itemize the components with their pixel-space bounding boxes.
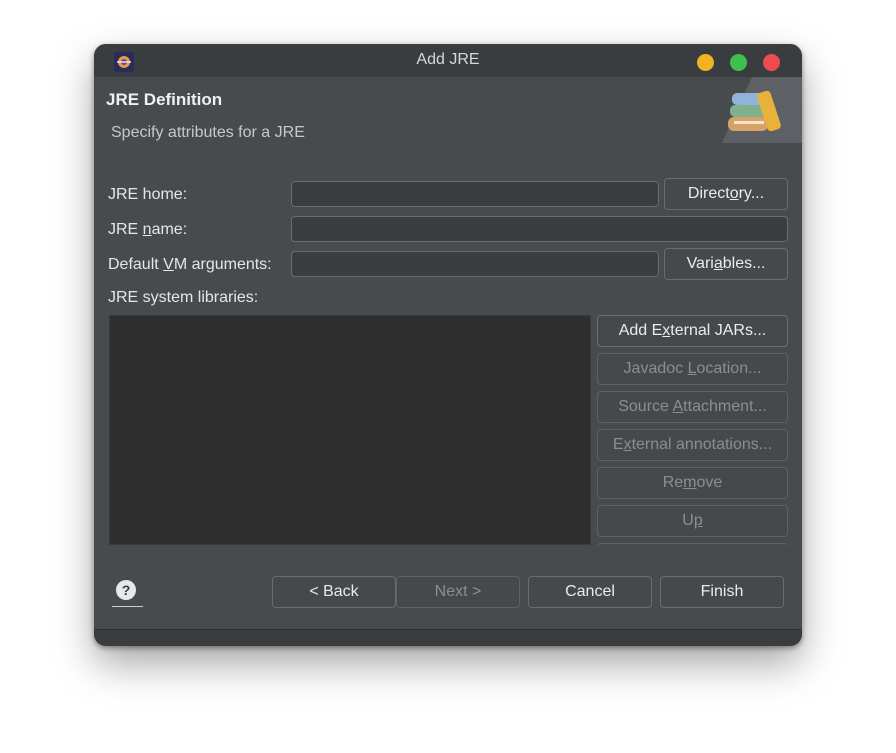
help-underline: [112, 606, 143, 607]
library-buttons-panel: Add External JARs... Javadoc Location...…: [597, 315, 789, 545]
page-title: JRE Definition: [106, 90, 223, 109]
up-button[interactable]: Up: [597, 505, 788, 537]
back-button[interactable]: < Back: [272, 576, 396, 608]
source-attachment-button[interactable]: Source Attachment...: [597, 391, 788, 423]
maximize-button[interactable]: [730, 54, 747, 71]
window-bottom-bar: [94, 629, 802, 646]
add-jre-dialog: Add JRE JRE Definition Specify attribute…: [94, 44, 802, 646]
external-annotations-button[interactable]: External annotations...: [597, 429, 788, 461]
remove-button[interactable]: Remove: [597, 467, 788, 499]
jre-home-input[interactable]: [291, 181, 659, 207]
jre-system-libraries-label: JRE system libraries:: [108, 289, 259, 306]
finish-button[interactable]: Finish: [660, 576, 784, 608]
wizard-header: JRE Definition Specify attributes for a …: [94, 77, 802, 177]
help-icon[interactable]: ?: [116, 580, 136, 600]
vm-arguments-label: Default VM arguments:: [108, 256, 272, 273]
down-button[interactable]: [597, 543, 788, 545]
jre-name-label: JRE name:: [108, 221, 188, 238]
directory-button[interactable]: Directory...: [664, 178, 788, 210]
page-subtitle: Specify attributes for a JRE: [111, 124, 305, 141]
books-icon: [722, 77, 802, 143]
minimize-button[interactable]: [697, 54, 714, 71]
jre-home-label: JRE home:: [108, 186, 188, 203]
cancel-button[interactable]: Cancel: [528, 576, 652, 608]
next-button[interactable]: Next >: [396, 576, 520, 608]
javadoc-location-button[interactable]: Javadoc Location...: [597, 353, 788, 385]
title-bar[interactable]: Add JRE: [94, 44, 802, 77]
close-button[interactable]: [763, 54, 780, 71]
vm-arguments-input[interactable]: [291, 251, 659, 277]
jre-name-input[interactable]: [291, 216, 788, 242]
add-external-jars-button[interactable]: Add External JARs...: [597, 315, 788, 347]
jre-libraries-list[interactable]: [109, 315, 591, 545]
window-title: Add JRE: [416, 51, 480, 68]
variables-button[interactable]: Variables...: [664, 248, 788, 280]
